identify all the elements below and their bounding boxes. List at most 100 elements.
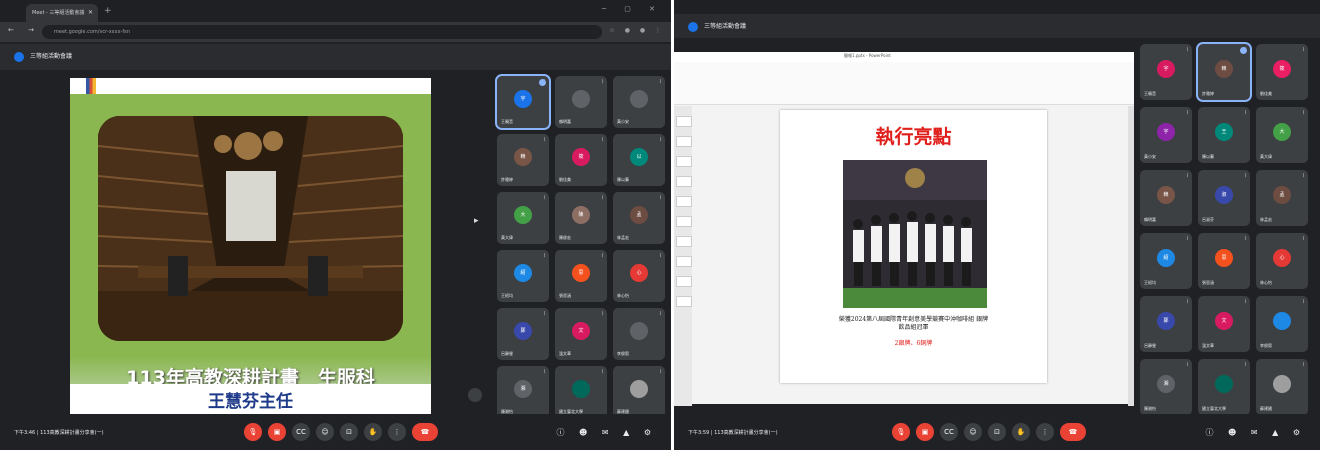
participant-avatar: 筱 bbox=[572, 148, 590, 166]
new-tab-icon[interactable]: + bbox=[104, 6, 112, 16]
meeting-name: 113高教深耕計畫分享會(一) bbox=[714, 430, 778, 436]
participant-tile[interactable]: 𝄁 蘇建國 bbox=[613, 366, 665, 418]
present-button[interactable]: ⊡ bbox=[340, 423, 358, 441]
slide-thumbnails[interactable] bbox=[674, 106, 692, 406]
camera-off-button[interactable]: ▣ bbox=[916, 423, 934, 441]
participant-tile[interactable]: 筱 𝄁 劉佳美 bbox=[1256, 44, 1308, 100]
raise-hand-button[interactable]: ✋ bbox=[364, 423, 382, 441]
participant-tile[interactable]: 以 𝄁 陳以蓁 bbox=[613, 134, 665, 186]
participant-tile[interactable]: 𝄁 國立臺北大學 bbox=[555, 366, 607, 418]
emoji-button[interactable]: ☺ bbox=[964, 423, 982, 441]
participant-name: 蘇建國 bbox=[1260, 406, 1272, 411]
participant-tile[interactable]: 鄭 𝄁 呂靜瑩 bbox=[497, 308, 549, 360]
participant-tile[interactable]: 賴𝄁許雅婷 bbox=[497, 134, 549, 186]
participant-tile[interactable]: 大 𝄁 黃大偉 bbox=[1256, 107, 1308, 163]
participant-tile[interactable]: 孟 𝄁 林孟宏 bbox=[1256, 170, 1308, 226]
mic-off-button[interactable]: 🎙 bbox=[244, 423, 262, 441]
participant-tile[interactable]: 筱 𝄁 劉佳美 bbox=[555, 134, 607, 186]
participant-avatar bbox=[630, 322, 648, 340]
participant-name: 呂靜瑩 bbox=[501, 351, 513, 356]
pin-icon[interactable] bbox=[1240, 47, 1247, 54]
participant-avatar: 鄭 bbox=[514, 322, 532, 340]
ppt-ribbon[interactable] bbox=[674, 62, 1134, 105]
participant-tile[interactable]: 宇𝄁王曉音 bbox=[495, 74, 551, 130]
camera-off-button[interactable]: ▣ bbox=[268, 423, 286, 441]
participant-tile[interactable]: 心 𝄁 林心怡 bbox=[1256, 233, 1308, 289]
participant-name: 李俊毅 bbox=[1260, 343, 1272, 348]
participant-tile[interactable]: 賴 𝄁 賴明嘉 bbox=[1140, 170, 1192, 226]
participant-name: 呂淑芬 bbox=[1202, 217, 1214, 222]
participant-tile[interactable]: 湘 𝄁 陳湘怡 bbox=[497, 366, 549, 418]
slide-thumb[interactable] bbox=[676, 116, 692, 127]
end-call-button[interactable]: ☎ bbox=[1060, 423, 1086, 441]
slide-thumb[interactable] bbox=[676, 296, 692, 307]
participant-name: 黃大偉 bbox=[501, 235, 513, 240]
participant-tile[interactable]: 紹 𝄁 王紹均 bbox=[1140, 233, 1192, 289]
end-call-button[interactable]: ☎ bbox=[412, 423, 438, 441]
participant-tile[interactable]: 淑 𝄁 呂淑芬 bbox=[1198, 170, 1250, 226]
right-meet-window: 三等組活動會議 簡報1.pptx - PowerPoint 執行亮點 榮獲202… bbox=[674, 0, 1320, 450]
side-panel-icons[interactable]: ⓘ ☻ ✉ ▲ ⚙ bbox=[556, 427, 657, 438]
ppt-titlebar: 簡報1.pptx - PowerPoint bbox=[674, 52, 1134, 62]
participant-tile[interactable]: 宇 𝄁 黃小安 bbox=[1140, 107, 1192, 163]
slide-thumb[interactable] bbox=[676, 216, 692, 227]
participant-tile[interactable]: 鄭 𝄁 呂靜瑩 bbox=[1140, 296, 1192, 352]
participant-tile[interactable]: 思 𝄁 張思涵 bbox=[1198, 233, 1250, 289]
participant-tile[interactable]: 𝄁 蘇建國 bbox=[1256, 359, 1308, 415]
raise-hand-button[interactable]: ✋ bbox=[1012, 423, 1030, 441]
participant-tile[interactable]: 紹 𝄁 王紹均 bbox=[497, 250, 549, 302]
mic-muted-icon: 𝄁 bbox=[544, 253, 545, 259]
participant-name: 張思涵 bbox=[1202, 280, 1214, 285]
participant-tile[interactable]: 心 𝄁 林心怡 bbox=[613, 250, 665, 302]
participant-tile[interactable]: 宇𝄁王曉音 bbox=[1140, 44, 1192, 100]
emoji-button[interactable]: ☺ bbox=[316, 423, 334, 441]
captions-button[interactable]: CC bbox=[940, 423, 958, 441]
participant-tile[interactable]: 𝄁 賴明嘉 bbox=[555, 76, 607, 128]
participant-tile[interactable]: 思 𝄁 張思涵 bbox=[555, 250, 607, 302]
participant-avatar: 宇 bbox=[1157, 60, 1175, 78]
side-panel-icons[interactable]: ⓘ ☻ ✉ ▲ ⚙ bbox=[1205, 427, 1306, 438]
captions-button[interactable]: CC bbox=[292, 423, 310, 441]
slide-thumb[interactable] bbox=[676, 236, 692, 247]
close-tab-icon[interactable]: ✕ bbox=[88, 4, 93, 22]
url-field[interactable]: meet.google.com/vcr-xxxx-fsn bbox=[42, 25, 602, 39]
pin-icon[interactable] bbox=[539, 79, 546, 86]
meeting-clock: 下午3:46 | 113高教深耕計畫分享會(一) bbox=[14, 430, 104, 436]
extension-icons[interactable]: ☆ ● ● ⋮ bbox=[609, 27, 665, 34]
participant-name: 國立臺北大學 bbox=[1202, 406, 1226, 411]
participant-tile[interactable]: 𝄁 國立臺北大學 bbox=[1198, 359, 1250, 415]
window-controls[interactable]: ─ ▢ ✕ bbox=[602, 5, 663, 13]
ppt-scrollbar[interactable] bbox=[1128, 106, 1134, 406]
more-options-button[interactable]: ⋮ bbox=[388, 423, 406, 441]
participant-tile[interactable]: 文 𝄁 溫文華 bbox=[1198, 296, 1250, 352]
present-button[interactable]: ⊡ bbox=[988, 423, 1006, 441]
library-photo-art bbox=[98, 116, 403, 341]
meeting-name: 113高教深耕計畫分享會(一) bbox=[40, 430, 104, 436]
participant-tile[interactable]: 湘 𝄁 陳湘怡 bbox=[1140, 359, 1192, 415]
floating-search-icon[interactable] bbox=[468, 388, 482, 402]
slide-caption: 榮獲2024第八屆國際青年創意美學競賽中沖咖啡組 銀牌 飲品組冠軍 bbox=[790, 316, 1037, 332]
slide-thumb[interactable] bbox=[676, 256, 692, 267]
participant-name: 王曉音 bbox=[1144, 91, 1156, 96]
slide-thumb[interactable] bbox=[676, 136, 692, 147]
participant-tile[interactable]: 陳 𝄁 陳俊宏 bbox=[555, 192, 607, 244]
slide-thumb[interactable] bbox=[676, 276, 692, 287]
participant-tile[interactable]: 𝄁 黃小安 bbox=[613, 76, 665, 128]
participant-tile[interactable]: 𝄁 李俊毅 bbox=[613, 308, 665, 360]
slide-thumb[interactable] bbox=[676, 196, 692, 207]
participant-tile[interactable]: 孟 𝄁 林孟宏 bbox=[613, 192, 665, 244]
participant-tile[interactable]: 王 𝄁 陳以蓁 bbox=[1198, 107, 1250, 163]
participant-tile[interactable]: 賴𝄁許雅婷 bbox=[1196, 42, 1252, 102]
participant-avatar: 紹 bbox=[514, 264, 532, 282]
mic-off-button[interactable]: 🎙 bbox=[892, 423, 910, 441]
more-options-button[interactable]: ⋮ bbox=[1036, 423, 1054, 441]
participant-tile[interactable]: 大 𝄁 黃大偉 bbox=[497, 192, 549, 244]
slide-thumb[interactable] bbox=[676, 156, 692, 167]
slide-thumb[interactable] bbox=[676, 176, 692, 187]
participant-name: 陳湘怡 bbox=[1144, 406, 1156, 411]
browser-tab[interactable]: Meet - 三等組活動會議 ✕ bbox=[26, 4, 98, 22]
participant-tile[interactable]: 文 𝄁 溫文華 bbox=[555, 308, 607, 360]
participant-name: 陳俊宏 bbox=[559, 235, 571, 240]
mic-muted-icon: 𝄁 bbox=[1303, 47, 1304, 53]
participant-tile[interactable]: 𝄁 李俊毅 bbox=[1256, 296, 1308, 352]
